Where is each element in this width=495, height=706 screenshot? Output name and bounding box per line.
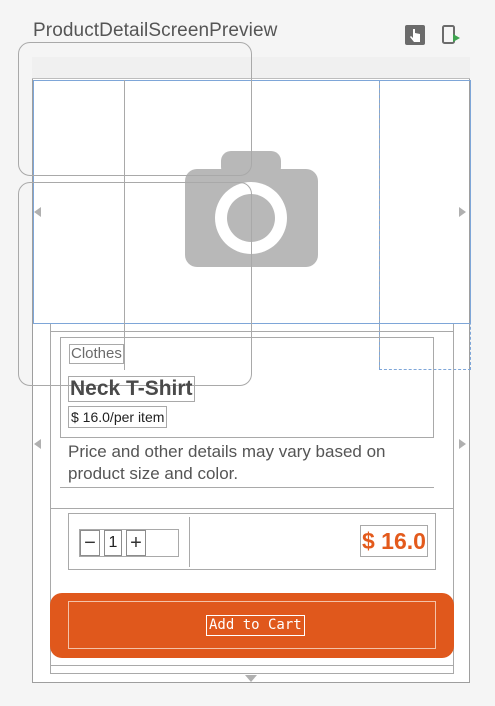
guide-line — [60, 437, 434, 438]
scroll-left-icon — [34, 439, 41, 449]
decrement-button[interactable]: − — [80, 530, 100, 556]
quantity-stepper: − 1 + — [79, 529, 179, 557]
overlay-bounds — [18, 42, 252, 176]
deploy-to-device-icon[interactable] — [440, 24, 462, 46]
scroll-down-icon — [245, 675, 257, 682]
interactive-mode-icon[interactable] — [404, 24, 426, 46]
quantity-value: 1 — [104, 530, 122, 556]
product-category: Clothes — [69, 344, 124, 364]
total-price: $ 16.0 — [360, 525, 428, 557]
scroll-left-icon — [34, 207, 41, 217]
preview-title: ProductDetailScreenPreview — [33, 20, 278, 41]
overlay-bounds — [18, 182, 252, 386]
unit-price: $ 16.0/per item — [68, 406, 168, 428]
scroll-right-icon — [459, 207, 466, 217]
product-name: Neck T-Shirt — [68, 376, 195, 402]
add-to-cart-label: Add to Cart — [206, 615, 305, 636]
guide-line — [60, 487, 434, 488]
guide-line — [50, 508, 454, 509]
guide-line — [50, 665, 454, 666]
scroll-right-icon — [459, 439, 466, 449]
guide-line — [189, 517, 190, 567]
increment-button[interactable]: + — [126, 530, 146, 556]
price-note: Price and other details may vary based o… — [68, 442, 386, 483]
